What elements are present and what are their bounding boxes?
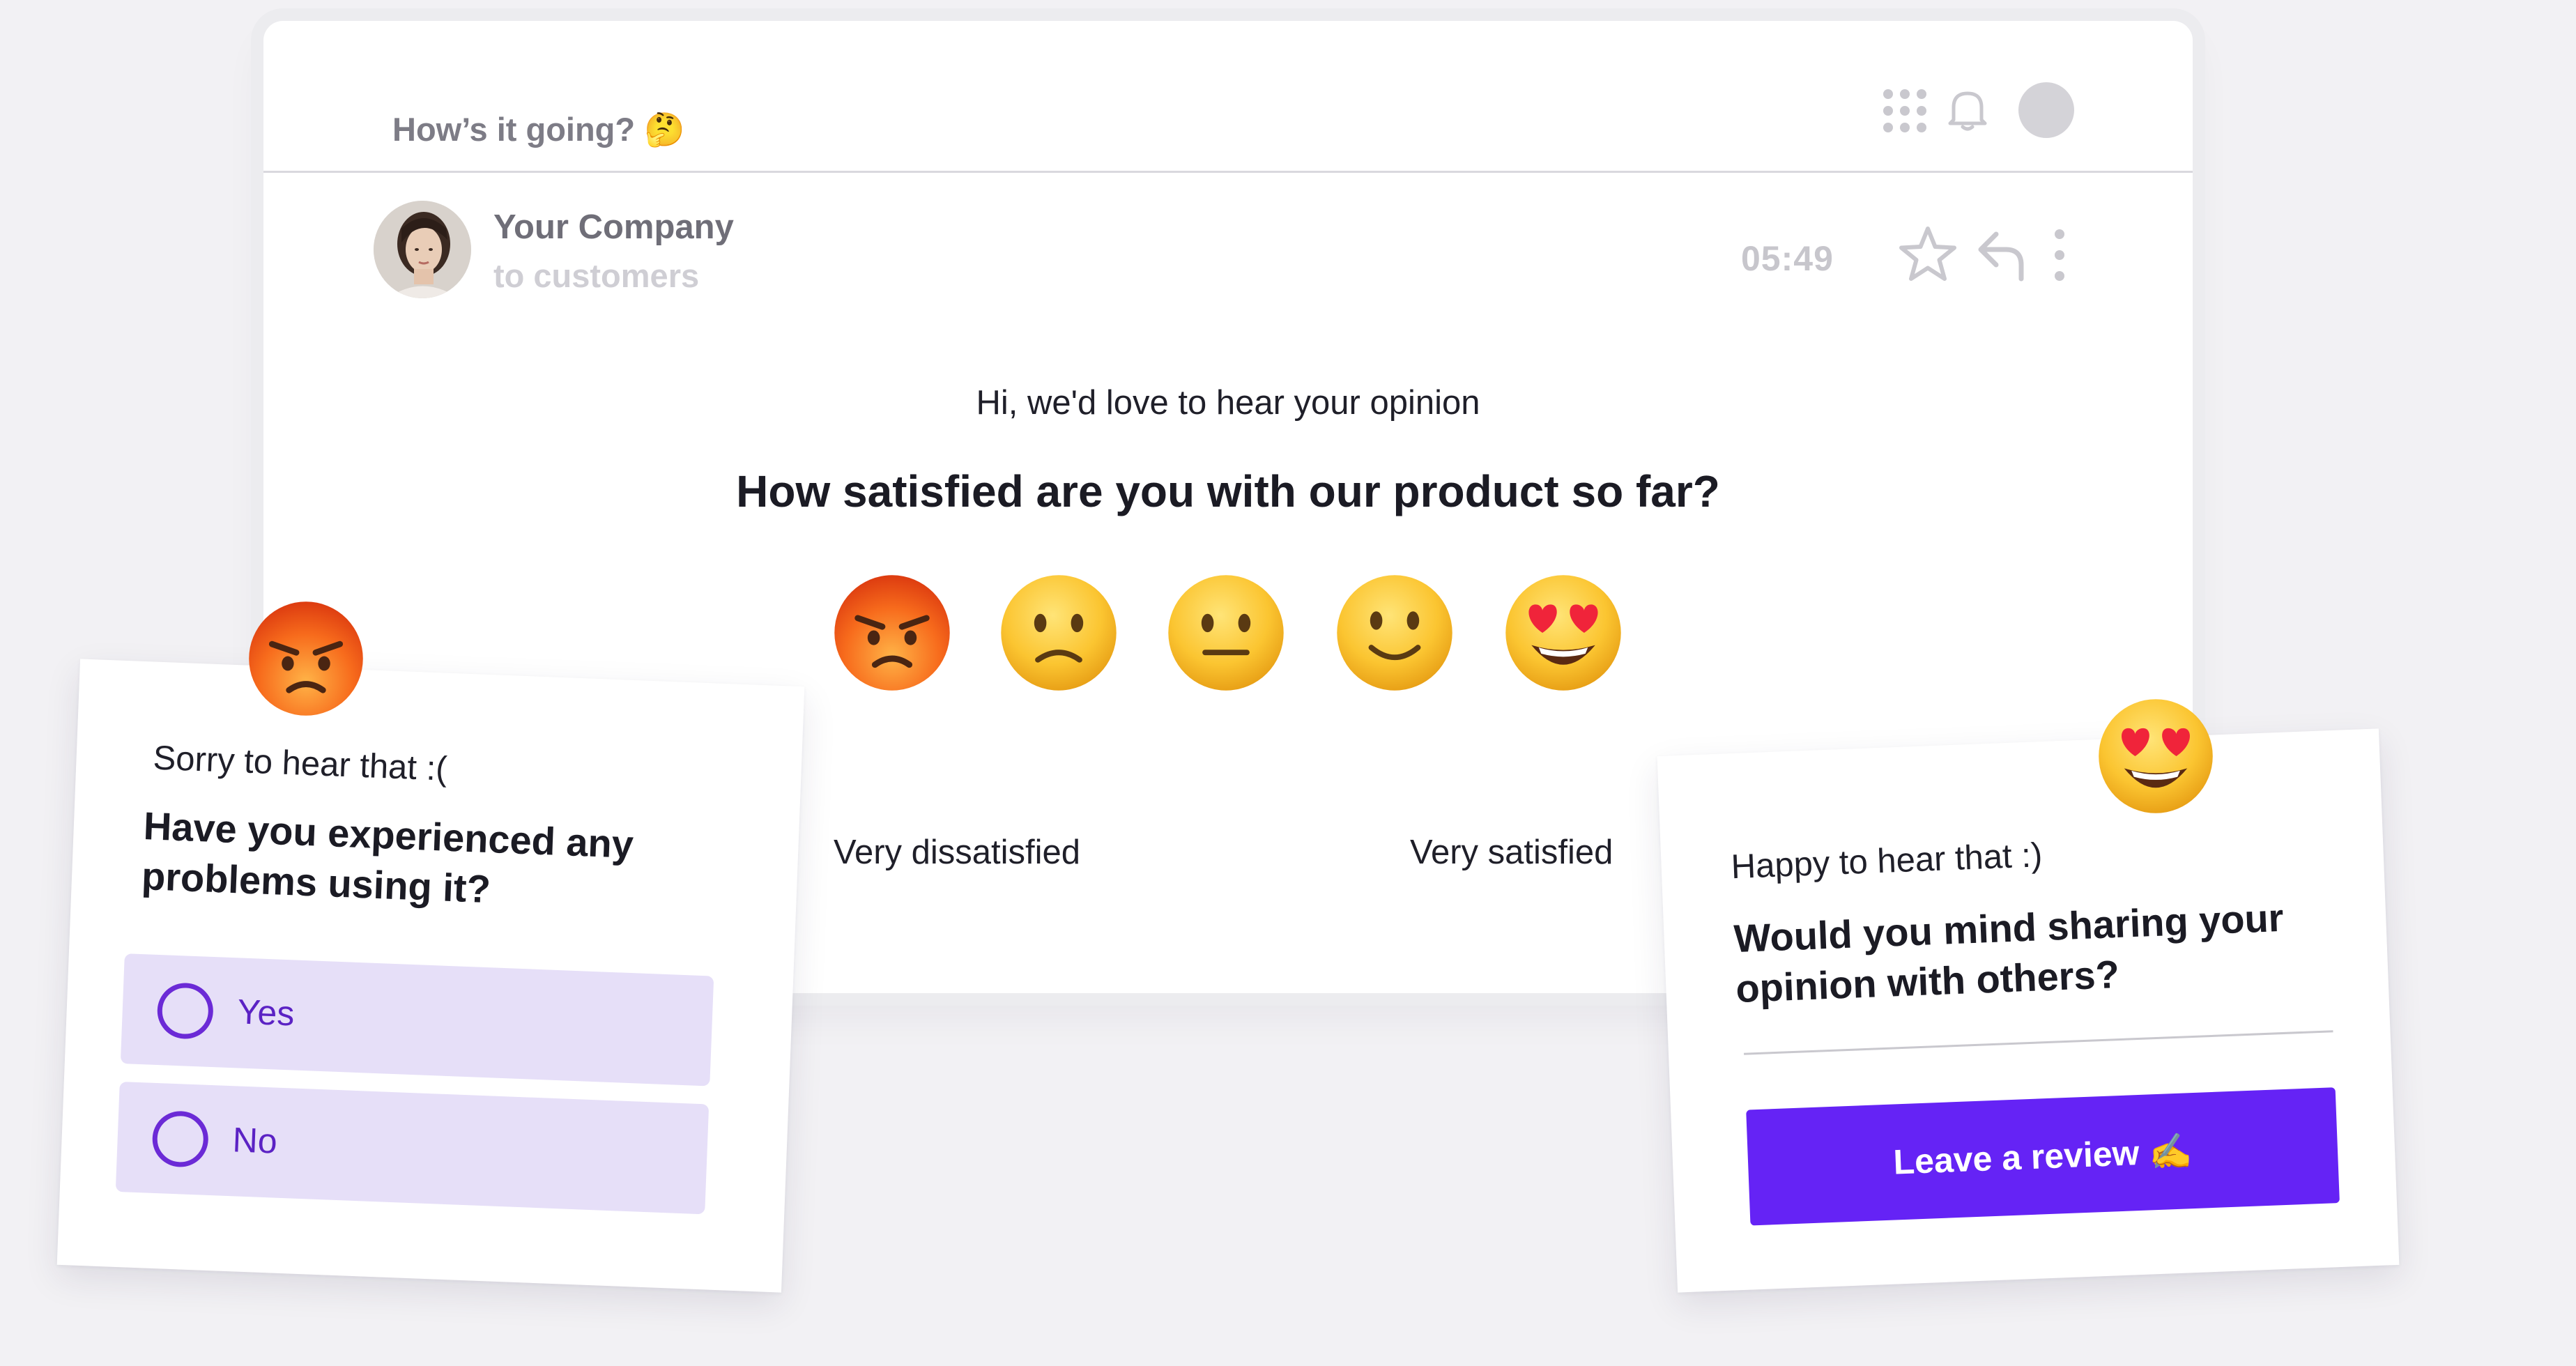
reply-icon[interactable] (1975, 227, 2027, 283)
rating-smiling-face-icon[interactable] (1333, 571, 1456, 694)
leave-review-button[interactable]: Leave a review ✍️ (1746, 1087, 2340, 1226)
more-vertical-icon[interactable] (2049, 227, 2070, 283)
scale-high-label: Very satisfied (1410, 834, 1613, 871)
email-subject: How’s it going? 🤔 (392, 111, 685, 148)
rating-angry-face-icon[interactable] (831, 571, 953, 694)
divider (1744, 1030, 2333, 1055)
scale-low-label: Very dissatisfied (834, 834, 1081, 871)
sender-recipients: to customers (493, 257, 700, 294)
sender-avatar (374, 201, 471, 298)
radio-no[interactable] (151, 1110, 210, 1168)
positive-card-subtitle: Happy to hear that :) (1730, 836, 2044, 887)
negative-card-subtitle: Sorry to hear that :( (152, 739, 448, 788)
sender-name: Your Company (493, 208, 734, 246)
rating-frowning-face-icon[interactable] (997, 571, 1120, 694)
survey-greeting: Hi, we'd love to hear your opinion (976, 384, 1480, 422)
positive-card-question: Would you mind sharing your opinion with… (1733, 895, 2285, 1011)
survey-question: How satisfied are you with our product s… (736, 466, 1720, 516)
negative-card-question: Have you experienced any problems using … (140, 804, 635, 912)
email-time: 05:49 (1741, 239, 1834, 278)
bell-icon[interactable] (1947, 86, 1988, 132)
option-yes[interactable]: Yes (120, 953, 714, 1087)
rating-neutral-face-icon[interactable] (1165, 571, 1287, 694)
angry-face-icon (245, 598, 367, 719)
negative-followup-card: Sorry to hear that :( Have you experienc… (56, 659, 805, 1293)
star-icon[interactable] (1896, 223, 1960, 287)
positive-followup-card: Happy to hear that :) Would you mind sha… (1657, 728, 2400, 1293)
apps-grid-icon[interactable] (1882, 88, 1928, 134)
option-yes-label: Yes (236, 992, 296, 1034)
rating-heart-eyes-face-icon[interactable] (1502, 571, 1625, 694)
email-header: How’s it going? 🤔 (263, 21, 2193, 173)
heart-eyes-face-icon (2095, 696, 2216, 817)
option-no[interactable]: No (115, 1081, 710, 1215)
radio-yes[interactable] (156, 982, 215, 1041)
stage: How’s it going? 🤔 Your Company to custom… (0, 0, 2576, 1366)
account-avatar[interactable] (2018, 82, 2074, 138)
option-no-label: No (231, 1120, 278, 1161)
